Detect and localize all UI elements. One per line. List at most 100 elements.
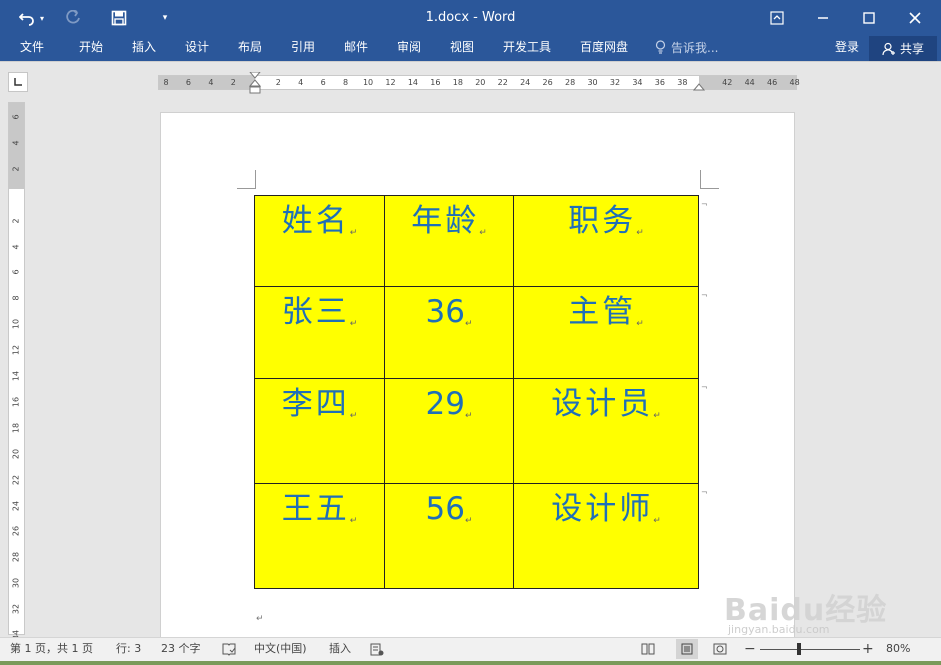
table-cell[interactable]: 主管↵ xyxy=(513,286,699,379)
ruler-tick-label: 16 xyxy=(11,396,21,407)
header-age: 年龄 xyxy=(411,203,480,239)
ribbon-display-options-button[interactable] xyxy=(754,0,800,36)
ruler-tick-label: 4 xyxy=(11,140,21,146)
ruler-tick-label: 4 xyxy=(208,78,214,87)
ruler-tick-label: 22 xyxy=(497,78,508,87)
table-row: 李四↵ 29↵ 设计员↵ xyxy=(254,378,699,484)
table-cell[interactable]: 张三↵ xyxy=(254,286,385,379)
ruler-tick-label: 2 xyxy=(230,78,236,87)
ruler-tick-label: 22 xyxy=(11,474,21,485)
cell-position: 设计员 xyxy=(551,386,654,422)
ruler-tick-label: 2 xyxy=(11,166,21,172)
cell-age: 29 xyxy=(425,386,465,422)
table-cell[interactable]: 29↵ xyxy=(384,378,514,484)
tab-mailings[interactable]: 邮件 xyxy=(344,36,368,61)
table-cell[interactable]: 王五↵ xyxy=(254,483,385,589)
title-bar: ▾ ▾ 1.docx - Word xyxy=(0,0,941,36)
tab-references[interactable]: 引用 xyxy=(291,36,315,61)
ruler-tick-label: 48 xyxy=(789,78,800,87)
ruler-tick-label: 6 xyxy=(185,78,191,87)
cell-end-mark: ↵ xyxy=(464,319,473,330)
table-cell[interactable]: 李四↵ xyxy=(254,378,385,484)
desktop-edge xyxy=(0,661,941,665)
data-table[interactable]: 姓名↵ 年龄↵ 职务↵ 张三↵ 36↵ 主管↵ 李四↵ 29↵ 设计员↵ 王五↵… xyxy=(254,195,699,589)
minimize-icon xyxy=(818,17,828,19)
ruler-tick-label: 4 xyxy=(298,78,304,87)
tab-insert[interactable]: 插入 xyxy=(132,36,156,61)
crop-mark-top-right xyxy=(700,170,719,189)
status-page[interactable]: 第 1 页，共 1 页 xyxy=(10,638,93,661)
zoom-slider-thumb[interactable] xyxy=(797,643,801,655)
print-layout-icon xyxy=(681,643,693,655)
status-line[interactable]: 行: 3 xyxy=(116,638,141,661)
crop-mark-top-left xyxy=(237,170,256,189)
cell-position: 主管 xyxy=(568,294,637,330)
zoom-level[interactable]: 80% xyxy=(886,638,910,661)
ruler-tick-label: 20 xyxy=(475,78,486,87)
tab-home[interactable]: 开始 xyxy=(79,36,103,61)
tab-view[interactable]: 视图 xyxy=(450,36,474,61)
cell-end-mark: ↵ xyxy=(464,516,473,527)
status-insert-mode[interactable]: 插入 xyxy=(329,638,351,661)
close-icon xyxy=(909,12,921,24)
tab-design[interactable]: 设计 xyxy=(185,36,209,61)
indent-markers-icon[interactable] xyxy=(249,72,261,94)
cell-end-mark: ↵ xyxy=(479,228,487,239)
tab-baidu-netdisk[interactable]: 百度网盘 xyxy=(580,36,628,61)
tab-stop-selector[interactable] xyxy=(8,72,28,92)
tab-layout[interactable]: 布局 xyxy=(238,36,262,61)
status-word-count[interactable]: 23 个字 xyxy=(161,638,201,661)
cell-end-mark: ↵ xyxy=(349,228,358,239)
redo-button[interactable] xyxy=(58,0,88,36)
ruler-tick-label: 26 xyxy=(542,78,553,87)
ruler-tick-label: 2 xyxy=(11,218,21,224)
maximize-button[interactable] xyxy=(846,0,892,36)
header-name: 姓名 xyxy=(281,203,350,239)
table-cell[interactable]: 36↵ xyxy=(384,286,514,379)
table-row: 张三↵ 36↵ 主管↵ xyxy=(254,286,699,379)
table-cell[interactable]: 姓名↵ xyxy=(254,195,385,287)
cell-end-mark: ↵ xyxy=(636,319,644,330)
undo-dropdown[interactable]: ▾ xyxy=(34,0,50,36)
table-cell[interactable]: 设计师↵ xyxy=(513,483,699,589)
right-indent-marker-icon[interactable] xyxy=(693,83,705,91)
ruler-tick-label: 42 xyxy=(722,78,733,87)
status-language[interactable]: 中文(中国) xyxy=(254,638,307,661)
ruler-tick-label: 32 xyxy=(11,604,21,615)
zoom-out-button[interactable]: − xyxy=(744,638,756,661)
tab-review[interactable]: 审阅 xyxy=(397,36,421,61)
row-end-mark: ¬ xyxy=(701,383,708,392)
cell-end-mark: ↵ xyxy=(349,516,358,527)
save-button[interactable] xyxy=(104,0,134,36)
ruler-tick-label: 6 xyxy=(11,269,21,275)
table-cell[interactable]: 职务↵ xyxy=(513,195,699,287)
cell-end-mark: ↵ xyxy=(653,516,661,527)
horizontal-ruler[interactable]: 8 6 4 2 2 4 6 8 10 12 14 16 18 20 22 24 26 28 30 32 34 36 38 42… xyxy=(158,72,800,94)
header-position: 职务 xyxy=(568,203,637,239)
sign-in-link[interactable]: 登录 xyxy=(835,36,859,61)
share-button[interactable]: 共享 xyxy=(869,36,937,61)
customize-quick-access-button[interactable]: ▾ xyxy=(150,0,180,36)
vertical-ruler[interactable]: 6 4 2 2 4 6 8 10 12 14 16 18 20 22 24 26 28 30 32 34 xyxy=(8,102,25,640)
ruler-tick-label: 24 xyxy=(11,500,21,511)
zoom-slider-track[interactable] xyxy=(760,649,860,650)
ruler-tick-label: 2 xyxy=(275,78,281,87)
read-mode-icon xyxy=(641,643,655,655)
cell-name: 张三 xyxy=(281,294,350,330)
tab-developer[interactable]: 开发工具 xyxy=(503,36,551,61)
row-end-mark: ¬ xyxy=(701,200,708,209)
person-add-icon xyxy=(882,42,895,55)
minimize-button[interactable] xyxy=(800,0,846,36)
ruler-tick-label: 28 xyxy=(565,78,576,87)
lightbulb-icon xyxy=(655,40,666,54)
table-cell[interactable]: 56↵ xyxy=(384,483,514,589)
tab-file[interactable]: 文件 xyxy=(20,36,44,61)
tell-me-box[interactable]: 告诉我... xyxy=(655,36,718,58)
ruler-tick-label: 30 xyxy=(11,578,21,589)
table-cell[interactable]: 年龄↵ xyxy=(384,195,514,287)
ruler-tick-label: 14 xyxy=(407,78,419,87)
zoom-in-button[interactable]: + xyxy=(862,638,874,661)
close-button[interactable] xyxy=(892,0,938,36)
table-cell[interactable]: 设计员↵ xyxy=(513,378,699,484)
ruler-tick-label: 12 xyxy=(11,345,21,356)
